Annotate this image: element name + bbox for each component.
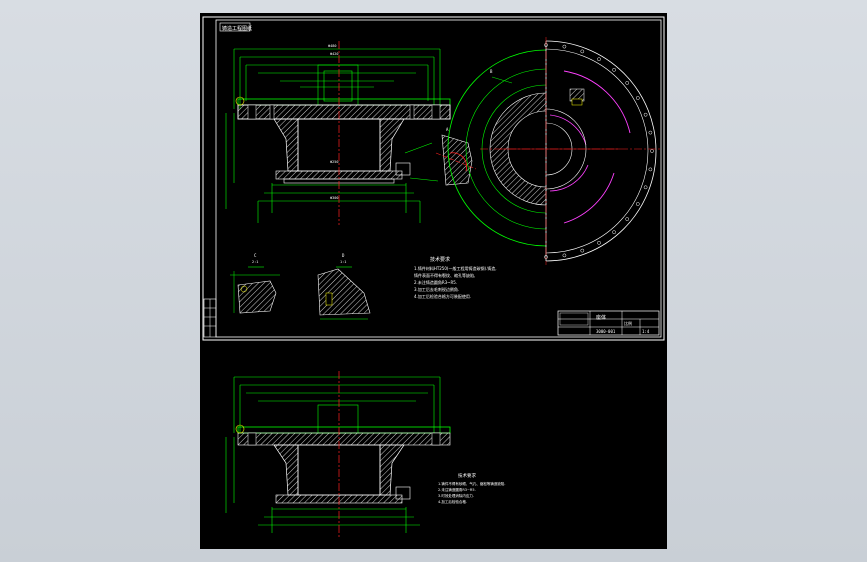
detail-c-scale: 2:1 [252,260,258,264]
dim-bore: Φ250 [330,160,338,164]
title-block[interactable]: 座体 3000-001 比例 1:4 [557,310,660,336]
bolt-hole [648,130,653,135]
dim-top-overall: Φ480 [328,44,336,48]
scale-label: 比例 [624,320,632,326]
tech-req-line-5: 4.加工后检验合格方可装配使用. [414,293,471,299]
tech-req-line-1: 1.铸件材料HT250(一般工程用铸造碳钢).铸造, [414,265,497,271]
dim-flange: Φ420 [330,52,338,56]
bolt-hole [635,96,640,100]
bolt-hole [648,167,653,172]
tech-requirements-2: 技术要求 1.铸件不得有砂眼、气孔、缩松等铸造缺陷. 2.未注铸造圆角R3~R5… [438,472,505,504]
section-label-a: A [446,127,449,132]
bolt-hole [580,248,585,253]
scale-value: 1:4 [642,329,650,334]
perimeter-holes [544,43,654,259]
cad-viewport[interactable]: 铸造工程图纸 Φ480 Φ420 Φ300 Φ250 A B C 2:1 D 1… [200,13,667,549]
tech-req-line-4: 3.加工后去毛刺锐边倒角. [414,286,459,292]
left-revision-strip [203,298,217,338]
bolt-hole [562,253,567,258]
bolt-hole [597,240,601,245]
detail-view-c[interactable]: C 2:1 [230,253,280,314]
bolt-hole [635,202,640,206]
bolt-hole [612,230,616,235]
bolt-hole [625,217,630,221]
tech-req-2-title: 技术要求 [458,472,476,479]
tech-req-line-2: 铸件表面不得有裂纹、缩孔等缺陷, [414,272,475,278]
tech-req-2-line-4: 4.加工后检验合格. [438,499,467,504]
bolt-hole [643,112,648,117]
circular-view-label: B [490,69,493,74]
bolt-hole [650,149,654,153]
tech-requirements-1: 技术要求 1.铸件材料HT250(一般工程用铸造碳钢).铸造, 铸件表面不得有裂… [414,256,497,299]
bolt-hole [643,185,648,190]
drawing-number: 3000-001 [596,329,616,334]
border-tag: 铸造工程图纸 [222,25,252,32]
main-section-view[interactable]: Φ480 Φ420 Φ300 Φ250 [225,41,451,225]
cad-drawing[interactable]: 铸造工程图纸 Φ480 Φ420 Φ300 Φ250 A B C 2:1 D 1… [200,13,667,549]
tech-req-2-line-3: 3.时效处理消除内应力. [438,493,474,498]
bolt-hole [597,57,601,62]
tech-req-2-line-1: 1.铸件不得有砂眼、气孔、缩松等铸造缺陷. [438,481,505,486]
detail-c-label: C [254,253,257,258]
dim-base: Φ300 [330,196,338,200]
bolt-hole [625,81,630,85]
section-view-a[interactable]: A [435,127,477,186]
bolt-hole [612,67,616,72]
detail-view-d[interactable]: D 1:1 [317,253,371,320]
tech-req-line-3: 2.未注铸造圆角R3~R5. [414,279,457,285]
sheet-2-section-view[interactable] [225,371,451,539]
bolt-hole [580,49,585,54]
detail-d-scale: 1:1 [340,260,346,264]
part-name: 座体 [596,314,606,321]
tech-req-2-line-2: 2.未注铸造圆角R3~R5. [438,487,476,492]
detail-d-label: D [342,253,345,258]
plan-view-circular[interactable]: B [447,37,660,265]
bolt-hole [562,44,567,49]
tech-req-title: 技术要求 [430,256,450,263]
